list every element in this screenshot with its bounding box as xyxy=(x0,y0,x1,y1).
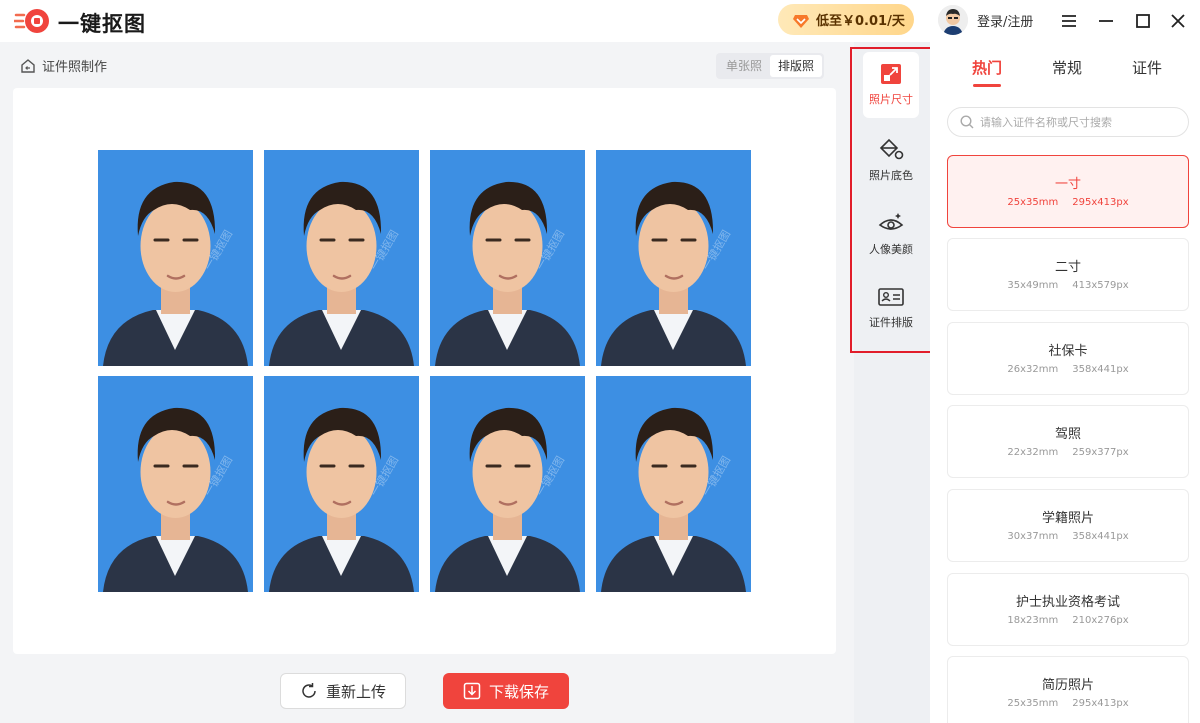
size-option-resume[interactable]: 简历照片 25x35mm 295x413px xyxy=(947,656,1189,723)
layout-mode-toggle[interactable]: 单张照 排版照 xyxy=(716,53,825,79)
tool-highlight-box xyxy=(850,47,937,353)
portrait-icon xyxy=(435,181,580,366)
mode-single[interactable]: 单张照 xyxy=(718,55,770,77)
download-icon xyxy=(463,682,481,700)
id-photo: 一键抠图 xyxy=(98,150,253,366)
app-logo-icon xyxy=(14,9,49,33)
id-photo: 一键抠图 xyxy=(264,150,419,366)
size-name: 护士执业资格考试 xyxy=(1015,595,1120,610)
mode-layout[interactable]: 排版照 xyxy=(770,55,823,77)
portrait-icon xyxy=(601,181,746,366)
close-icon xyxy=(1171,14,1185,28)
tab-regular[interactable]: 常规 xyxy=(1052,57,1082,78)
title-bar: 一键抠图 低至￥0.01/天 登录/注册 xyxy=(0,0,1200,42)
size-option-social-security[interactable]: 社保卡 26x32mm 358x441px xyxy=(947,322,1189,395)
tab-certificate[interactable]: 证件 xyxy=(1132,57,1162,78)
portrait-icon xyxy=(269,407,414,592)
size-option-1-inch[interactable]: 一寸 25x35mm 295x413px xyxy=(947,155,1189,228)
refresh-icon xyxy=(302,683,316,698)
size-name: 驾照 xyxy=(1054,427,1081,442)
tab-hot[interactable]: 热门 xyxy=(972,57,1002,78)
back-home-icon xyxy=(21,58,35,73)
size-dims: 26x32mm 358x441px xyxy=(1007,364,1129,375)
reupload-button[interactable]: 重新上传 xyxy=(280,673,406,709)
minimize-button[interactable] xyxy=(1094,9,1118,33)
avatar[interactable] xyxy=(938,5,968,35)
promo-badge[interactable]: 低至￥0.01/天 xyxy=(778,4,914,35)
size-name: 社保卡 xyxy=(1048,344,1088,359)
portrait-icon xyxy=(103,181,248,366)
menu-button[interactable] xyxy=(1057,9,1081,33)
minimize-icon xyxy=(1099,20,1113,22)
size-name: 学籍照片 xyxy=(1041,511,1094,526)
size-dims: 25x35mm 295x413px xyxy=(1007,698,1129,709)
promo-text: 低至￥0.01/天 xyxy=(816,14,905,29)
size-dims: 18x23mm 210x276px xyxy=(1007,615,1129,626)
close-button[interactable] xyxy=(1166,9,1190,33)
portrait-icon xyxy=(269,181,414,366)
reupload-label: 重新上传 xyxy=(325,682,386,701)
active-tab-indicator xyxy=(973,84,1001,87)
portrait-icon xyxy=(435,407,580,592)
size-dims: 35x49mm 413x579px xyxy=(1007,280,1129,291)
size-option-2-inch[interactable]: 二寸 35x49mm 413x579px xyxy=(947,238,1189,311)
hamburger-icon xyxy=(1062,15,1076,27)
id-photo: 一键抠图 xyxy=(98,376,253,592)
size-dims: 30x37mm 358x441px xyxy=(1007,531,1129,542)
size-option-student[interactable]: 学籍照片 30x37mm 358x441px xyxy=(947,489,1189,562)
size-option-driver-license[interactable]: 驾照 22x32mm 259x377px xyxy=(947,405,1189,478)
preview-canvas: 一键抠图 一键抠图 一键抠图 一键抠图 一键抠图 一键抠图 一键抠图 一键抠图 xyxy=(13,88,836,654)
portrait-icon xyxy=(601,407,746,592)
size-name: 一寸 xyxy=(1054,177,1081,192)
breadcrumb[interactable]: 证件照制作 xyxy=(20,56,107,75)
size-option-nurse-exam[interactable]: 护士执业资格考试 18x23mm 210x276px xyxy=(947,573,1189,646)
breadcrumb-label: 证件照制作 xyxy=(42,60,108,75)
vip-diamond-icon xyxy=(793,14,809,28)
download-button[interactable]: 下载保存 xyxy=(443,673,569,709)
id-photo: 一键抠图 xyxy=(430,376,585,592)
size-dims: 25x35mm 295x413px xyxy=(1007,197,1129,208)
download-label: 下载保存 xyxy=(488,682,549,701)
app-title: 一键抠图 xyxy=(58,12,146,36)
user-avatar-icon xyxy=(938,5,968,35)
id-photo: 一键抠图 xyxy=(596,376,751,592)
id-photo: 一键抠图 xyxy=(430,150,585,366)
search-input[interactable] xyxy=(980,115,1180,129)
search-icon xyxy=(960,115,974,129)
size-name: 简历照片 xyxy=(1041,678,1094,693)
maximize-icon xyxy=(1136,14,1150,28)
maximize-button[interactable] xyxy=(1131,9,1155,33)
size-dims: 22x32mm 259x377px xyxy=(1007,447,1129,458)
size-name: 二寸 xyxy=(1054,260,1081,275)
portrait-icon xyxy=(103,407,248,592)
id-photo: 一键抠图 xyxy=(596,150,751,366)
size-search[interactable] xyxy=(947,107,1189,137)
id-photo: 一键抠图 xyxy=(264,376,419,592)
login-link[interactable]: 登录/注册 xyxy=(977,11,1033,30)
